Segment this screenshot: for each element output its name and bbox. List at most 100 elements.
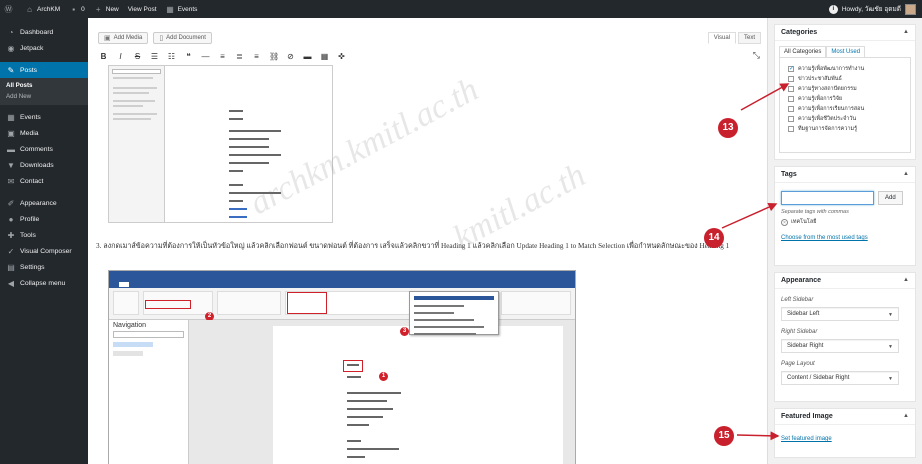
horizontal-line-icon[interactable]: — [201,52,210,61]
right-sidebar-label: Right Sidebar [781,329,818,335]
sidebar-item-events[interactable]: ▦ Events [0,109,88,125]
insert-icon[interactable]: ✜ [337,52,346,61]
comment-icon: ▬ [7,144,15,154]
add-tag-button[interactable]: Add [878,191,903,205]
remove-tag-icon[interactable]: × [781,218,788,226]
most-used-tags-link[interactable]: Choose from the most used tags [781,235,868,241]
wordpress-logo[interactable]: Ⓦ [4,5,16,14]
sidebar-item-posts[interactable]: ✎ Posts [0,62,88,78]
media-icon: ▣ [7,128,15,138]
fullscreen-icon[interactable]: ⤡ [753,50,760,61]
view-post-link[interactable]: View Post [128,6,157,13]
sidebar-item-comments[interactable]: ▬ Comments [0,141,88,157]
category-item[interactable]: ✓ ความรู้เพื่อพัฒนาการทำงาน [788,64,902,74]
read-more-icon[interactable]: ▬ [303,52,312,61]
checkbox-icon[interactable] [788,76,794,82]
category-item[interactable]: ข่าวประชาสัมพันธ์ [788,74,902,84]
calendar-icon: ▦ [166,4,174,14]
collapse-arrow-icon[interactable]: ▲ [903,171,909,177]
settings-icon: ▤ [7,262,15,272]
sidebar-item-visual-composer[interactable]: ✓ Visual Composer [0,243,88,259]
tag-input[interactable] [781,191,874,205]
submenu-all-posts[interactable]: All Posts [0,80,88,91]
sidebar-item-settings[interactable]: ▤ Settings [0,259,88,275]
pin-icon: ✎ [7,65,15,75]
bold-icon[interactable]: B [99,52,108,61]
step-badge-3: 3 [400,327,409,336]
category-item[interactable]: ทีมฐานการจัดการความรู้ [788,124,902,134]
strikethrough-icon[interactable]: S [133,52,142,61]
navigation-pane-image [109,66,165,222]
document-icon: ▯ [159,35,164,42]
tab-most-used[interactable]: Most Used [826,46,866,57]
new-content-link[interactable]: + New [94,5,119,14]
brush-icon: ✐ [7,198,15,208]
home-icon: ⌂ [27,4,32,14]
align-right-icon[interactable]: ≡ [252,52,261,61]
tab-text[interactable]: Text [737,32,761,44]
checkbox-icon[interactable] [788,126,794,132]
comments-link[interactable]: ▪ 0 [69,5,85,14]
tags-header[interactable]: Tags ▲ [775,167,915,183]
posts-submenu: All Posts Add New [0,78,88,105]
categories-header[interactable]: Categories ▲ [775,25,915,41]
link-icon[interactable]: ⛓ [269,52,279,61]
blockquote-icon[interactable]: ❝ [184,52,193,61]
events-link[interactable]: ▦ Events [166,4,197,14]
chevron-down-icon: ▼ [888,312,893,318]
sidebar-item-tools[interactable]: ✚ Tools [0,227,88,243]
context-menu-image [409,291,499,335]
sidebar-item-appearance[interactable]: ✐ Appearance [0,195,88,211]
submenu-add-new[interactable]: Add New [0,91,88,102]
category-item[interactable]: ความรู้เพื่อชีวิตประจำวัน [788,114,902,124]
categories-tabs: All Categories Most Used [779,46,911,57]
checkbox-icon[interactable] [788,86,794,92]
unlink-icon[interactable]: ⊘ [286,52,295,61]
page-layout-select[interactable]: Content / Sidebar Right ▼ [781,371,899,385]
tab-visual[interactable]: Visual [707,32,736,44]
checkbox-icon[interactable] [788,106,794,112]
toolbar-toggle-icon[interactable]: ▦ [320,52,329,61]
sidebar-item-media[interactable]: ▣ Media [0,125,88,141]
right-sidebar-select[interactable]: Sidebar Right ▼ [781,339,899,353]
numbered-list-icon[interactable]: ☷ [167,52,176,61]
sidebar-item-jetpack[interactable]: ◉ Jetpack [0,40,88,56]
site-name-link[interactable]: ⌂ ArchKM [25,5,60,14]
user-icon: ● [8,214,14,224]
appearance-box: Appearance ▲ Left Sidebar Sidebar Left ▼ R… [774,272,916,402]
tab-all-categories[interactable]: All Categories [779,46,827,57]
collapse-arrow-icon[interactable]: ▲ [903,277,909,283]
wrench-icon: ✚ [7,230,15,240]
appearance-header[interactable]: Appearance ▲ [775,273,915,289]
collapse-icon: ◀ [7,278,15,288]
account-menu[interactable]: i Howdy, วัฒชัย อุดมดี [828,0,916,18]
category-item[interactable]: ความรู้ทางสถาปัตยกรรม [788,84,902,94]
bullet-list-icon[interactable]: ☰ [150,52,159,61]
sidebar-item-contact[interactable]: ✉ Contact [0,173,88,189]
callout-badge-13: 13 [718,118,738,138]
align-center-icon[interactable]: ≣ [235,52,244,61]
sidebar-item-dashboard[interactable]: ◔ Dashboard [0,24,88,40]
category-item[interactable]: ความรู้เพื่อการเรียนการสอน [788,104,902,114]
dashboard-icon: ◔ [8,27,14,37]
step-paragraph: 3. ลงกดเมาส์ข้อความที่ต้องการให้เป็นหัวข… [96,242,730,250]
checkbox-checked-icon[interactable]: ✓ [788,66,794,72]
category-item[interactable]: ความรู้เพื่อการวิจัย [788,94,902,104]
sidebar-item-profile[interactable]: ● Profile [0,211,88,227]
left-sidebar-select[interactable]: Sidebar Left ▼ [781,307,899,321]
collapse-arrow-icon[interactable]: ▲ [903,413,909,419]
sidebar-item-collapse[interactable]: ◀ Collapse menu [0,275,88,291]
add-document-button[interactable]: ▯ Add Document [153,32,212,44]
collapse-arrow-icon[interactable]: ▲ [903,29,909,35]
add-media-button[interactable]: ▣ Add Media [98,32,149,44]
admin-sidebar: ◔ Dashboard ◉ Jetpack ✎ Posts All Posts Add… [0,18,88,464]
editor-mode-tabs: Visual Text [707,32,761,44]
checkbox-icon[interactable] [788,116,794,122]
sidebar-item-downloads[interactable]: ▼ Downloads [0,157,88,173]
align-left-icon[interactable]: ≡ [218,52,227,61]
tags-box: Tags ▲ Add Separate tags with commas × เทค… [774,166,916,266]
checkbox-icon[interactable] [788,96,794,102]
italic-icon[interactable]: I [116,52,125,61]
set-featured-image-link[interactable]: Set featured image [781,436,832,442]
featured-image-header[interactable]: Featured Image ▲ [775,409,915,425]
